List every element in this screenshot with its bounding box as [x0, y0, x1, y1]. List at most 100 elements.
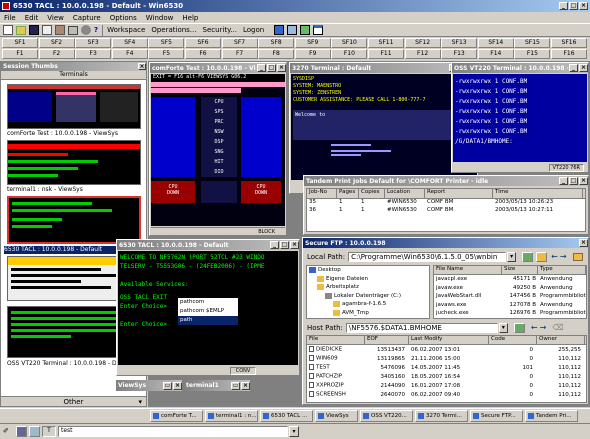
session-thumb[interactable]: [7, 140, 141, 185]
tree-node[interactable]: AVM_Tmp: [307, 309, 429, 318]
window-icon[interactable]: [313, 25, 324, 35]
close-icon[interactable]: ×: [173, 381, 182, 390]
help-icon[interactable]: ?: [94, 26, 98, 34]
fkey-button[interactable]: SF7: [221, 38, 258, 48]
column-header[interactable]: Copies: [359, 189, 385, 198]
session-thumb-selected[interactable]: [7, 196, 141, 244]
taskbar-button[interactable]: OSS VT220...: [360, 409, 413, 422]
fkey-button[interactable]: F2: [38, 49, 75, 59]
maximize-icon[interactable]: □: [267, 64, 276, 72]
chevron-down-icon[interactable]: ▾: [507, 251, 517, 262]
save-icon[interactable]: [29, 25, 39, 35]
column-header[interactable]: Owner: [537, 336, 585, 344]
fkey-button[interactable]: SF16: [551, 38, 587, 48]
back-arrow-icon[interactable]: ←: [551, 252, 558, 261]
new-folder-icon[interactable]: [572, 252, 583, 261]
tile-horizontal-icon[interactable]: [300, 25, 311, 35]
restore-icon[interactable]: ▭: [163, 381, 172, 390]
forward-arrow-icon[interactable]: →: [560, 252, 567, 261]
column-header[interactable]: EOF: [365, 336, 409, 344]
menu-item-window[interactable]: Window: [146, 14, 174, 22]
tree-node[interactable]: agambra-f-1.6.5: [307, 300, 429, 309]
fkey-button[interactable]: F3: [75, 49, 112, 59]
viewsys-menu-item[interactable]: SNG: [201, 147, 237, 157]
column-header[interactable]: Last Modify: [409, 336, 489, 344]
autocomplete-option[interactable]: pathcom: [178, 298, 238, 307]
fkey-button[interactable]: SF14: [477, 38, 514, 48]
menu-item-capture[interactable]: Capture: [73, 14, 101, 22]
chevron-down-icon[interactable]: ▾: [289, 426, 299, 437]
refresh-icon[interactable]: [513, 322, 525, 333]
table-row[interactable]: 35 1 1 #WIN6530 COMF BM 2003/05/13 10:26:23: [307, 199, 585, 207]
local-path-input[interactable]: C:\Programme\Win6530\6.1.5.0_05\wnbin: [348, 251, 507, 262]
taskbar-button[interactable]: terminal1 : n...: [205, 409, 258, 422]
viewsys-menu-item[interactable]: DIO: [201, 167, 237, 177]
minimize-icon[interactable]: _: [569, 64, 578, 72]
taskbar-button[interactable]: Secure FTP...: [470, 409, 523, 422]
table-row[interactable]: PATCHZIP 3405160 18.05.2007 16:54 0 110,112: [307, 372, 586, 381]
fkey-button[interactable]: SF4: [111, 38, 148, 48]
tree-node[interactable]: Desktop: [307, 266, 429, 275]
other-group-button[interactable]: Other ▾: [1, 396, 146, 406]
close-icon[interactable]: ×: [138, 63, 146, 70]
table-row[interactable]: SCREENSH 2640070 06.02.2007 09:40 0 110,112: [307, 390, 586, 399]
fkey-button[interactable]: F5: [148, 49, 185, 59]
table-row[interactable]: javacpl.exe 45171 B Anwendung: [434, 275, 586, 284]
fkey-button[interactable]: SF8: [258, 38, 295, 48]
tree-node[interactable]: Lokaler Datenträger (C:): [307, 292, 429, 301]
open-icon[interactable]: [16, 25, 26, 35]
fkey-button[interactable]: F9: [294, 49, 331, 59]
fkey-button[interactable]: F10: [331, 49, 368, 59]
fkey-button[interactable]: SF3: [75, 38, 112, 48]
cascade-icon[interactable]: [287, 25, 298, 35]
fkey-button[interactable]: F4: [111, 49, 148, 59]
fkey-button[interactable]: F12: [404, 49, 441, 59]
minimize-icon[interactable]: _: [257, 64, 266, 72]
delete-icon[interactable]: ⌫: [552, 323, 563, 332]
menu-item-view[interactable]: View: [47, 14, 64, 22]
viewsys-menu-item[interactable]: DSP: [201, 137, 237, 147]
fkey-button[interactable]: F14: [477, 49, 514, 59]
new-icon[interactable]: [3, 25, 13, 35]
settings-icon[interactable]: [81, 25, 91, 35]
maximize-icon[interactable]: □: [569, 2, 578, 10]
viewsys-menu-item[interactable]: PRC: [201, 117, 237, 127]
tree-node[interactable]: Arbeitsplatz: [307, 283, 429, 292]
column-header[interactable]: Job-No: [307, 189, 337, 198]
autocomplete-option[interactable]: path: [178, 316, 238, 325]
minimized-window[interactable]: ViewSys ▭ ×: [116, 380, 182, 391]
fkey-button[interactable]: F15: [514, 49, 551, 59]
close-icon[interactable]: ×: [241, 381, 250, 390]
taskbar-button[interactable]: comForte T...: [150, 409, 203, 422]
minimize-icon[interactable]: _: [559, 177, 568, 185]
close-icon[interactable]: ×: [579, 239, 588, 247]
viewsys-menu-item[interactable]: SPS: [201, 107, 237, 117]
session-thumb[interactable]: [7, 84, 141, 129]
tile-icon[interactable]: [274, 25, 285, 35]
fkey-button[interactable]: SF1: [2, 38, 38, 48]
print-icon[interactable]: [68, 25, 78, 35]
taskbar-button[interactable]: 3270 Termi...: [415, 409, 468, 422]
menu-item-file[interactable]: File: [4, 14, 16, 22]
table-row[interactable]: 36 1 1 #WIN6530 COMF BM 2003/05/13 10:27:11: [307, 207, 585, 215]
fkey-button[interactable]: F7: [221, 49, 258, 59]
column-header[interactable]: File Name: [434, 266, 502, 274]
fkey-button[interactable]: SF15: [514, 38, 551, 48]
logon-button[interactable]: Logon: [243, 26, 264, 34]
column-header[interactable]: Pages: [337, 189, 359, 198]
connection-icon[interactable]: [16, 426, 27, 437]
maximize-icon[interactable]: □: [280, 241, 289, 249]
viewsys-menu-item[interactable]: CPU: [201, 97, 237, 107]
restore-icon[interactable]: ▭: [231, 381, 240, 390]
menu-item-help[interactable]: Help: [182, 14, 198, 22]
column-header[interactable]: Location: [385, 189, 425, 198]
fkey-button[interactable]: F16: [551, 49, 587, 59]
terminal-icon[interactable]: [29, 426, 40, 437]
close-icon[interactable]: ×: [579, 64, 588, 72]
chevron-down-icon[interactable]: ▾: [498, 322, 508, 333]
fkey-button[interactable]: SF11: [368, 38, 404, 48]
taskbar-button[interactable]: Tandem Pri...: [525, 409, 578, 422]
close-icon[interactable]: ×: [277, 64, 286, 72]
fkey-button[interactable]: SF10: [331, 38, 368, 48]
fkey-button[interactable]: F6: [185, 49, 221, 59]
